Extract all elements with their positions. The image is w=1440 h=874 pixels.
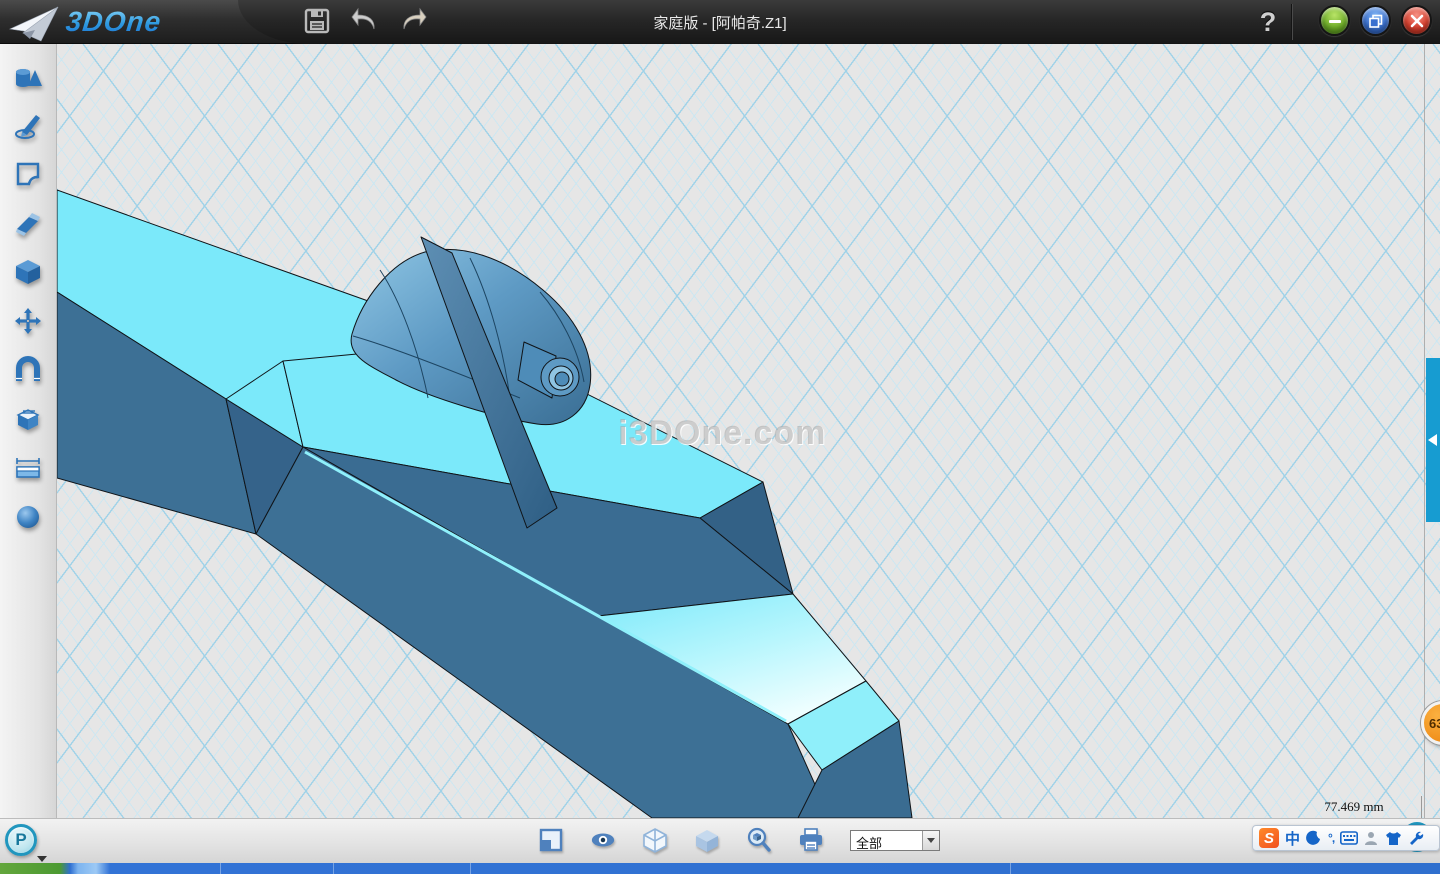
- ime-toolbar: S 中 °,: [1252, 825, 1440, 851]
- minimize-button[interactable]: [1319, 5, 1350, 36]
- zoom-lens-button[interactable]: [746, 827, 772, 853]
- property-dropdown-arrow[interactable]: [37, 856, 47, 862]
- display-filter-dropdown[interactable]: 全部: [850, 830, 940, 851]
- shaded-display-button[interactable]: [694, 827, 720, 853]
- save-button[interactable]: [300, 4, 334, 38]
- soft-keyboard-icon[interactable]: [1340, 831, 1358, 845]
- language-mode-toggle[interactable]: 中: [1285, 828, 1300, 849]
- sketch-plane-icon[interactable]: [10, 156, 46, 192]
- view-corner-button[interactable]: [538, 827, 564, 853]
- 3d-viewport[interactable]: [57, 44, 1440, 818]
- dropdown-button[interactable]: [922, 831, 939, 850]
- wireframe-display-button[interactable]: [642, 827, 668, 853]
- property-badge[interactable]: P: [5, 824, 37, 856]
- magnet-snap-icon[interactable]: [10, 352, 46, 388]
- app-logo-text: 3DOne: [64, 6, 163, 38]
- viewport-right-border: [1424, 44, 1425, 818]
- maximize-button[interactable]: [1360, 5, 1391, 36]
- user-lexicon-icon[interactable]: [1364, 831, 1379, 846]
- windows-taskbar-strip: [0, 863, 1440, 874]
- render-sphere-icon[interactable]: [10, 499, 46, 535]
- ime-settings-wrench-icon[interactable]: [1408, 830, 1424, 846]
- display-filter-value: 全部: [851, 831, 922, 850]
- primitives-icon[interactable]: [10, 60, 46, 96]
- move-arrows-icon[interactable]: [10, 303, 46, 339]
- 3done-application-window: 3DOne: [0, 0, 1440, 874]
- left-tool-palette: [0, 44, 57, 818]
- titlebar-separator: [1292, 4, 1293, 40]
- punctuation-toggle[interactable]: °,: [1328, 831, 1334, 845]
- fullwidth-moon-icon[interactable]: [1306, 830, 1322, 846]
- taskbar-separator: [220, 863, 221, 874]
- redo-button[interactable]: [396, 4, 430, 38]
- chevron-down-icon: [927, 838, 935, 843]
- material-box-icon[interactable]: [10, 401, 46, 437]
- measure-icon[interactable]: [10, 450, 46, 486]
- sogou-ime-icon[interactable]: S: [1259, 828, 1279, 848]
- title-bar: 3DOne: [0, 0, 1440, 44]
- chevron-left-icon: [1428, 434, 1437, 446]
- visibility-eye-button[interactable]: [590, 827, 616, 853]
- sketch-pen-icon[interactable]: [10, 108, 46, 144]
- print-button[interactable]: [798, 827, 824, 853]
- app-logo: 3DOne: [8, 2, 161, 42]
- paper-plane-icon: [8, 2, 60, 42]
- taskbar-separator: [1010, 863, 1011, 874]
- measurement-readout: 77.469 mm: [1300, 799, 1408, 816]
- close-button[interactable]: [1401, 5, 1432, 36]
- undo-button[interactable]: [348, 4, 382, 38]
- help-button[interactable]: ?: [1252, 4, 1284, 40]
- notification-count: 63: [1424, 716, 1440, 731]
- status-bar: P: [0, 818, 1440, 863]
- measurement-separator: [1421, 796, 1422, 818]
- skin-tshirt-icon[interactable]: [1385, 831, 1402, 846]
- feature-cube-icon[interactable]: [10, 254, 46, 290]
- trim-eraser-icon[interactable]: [10, 206, 46, 242]
- taskbar-separator: [333, 863, 334, 874]
- collapse-panel-tab[interactable]: [1426, 358, 1440, 522]
- taskbar-separator: [470, 863, 471, 874]
